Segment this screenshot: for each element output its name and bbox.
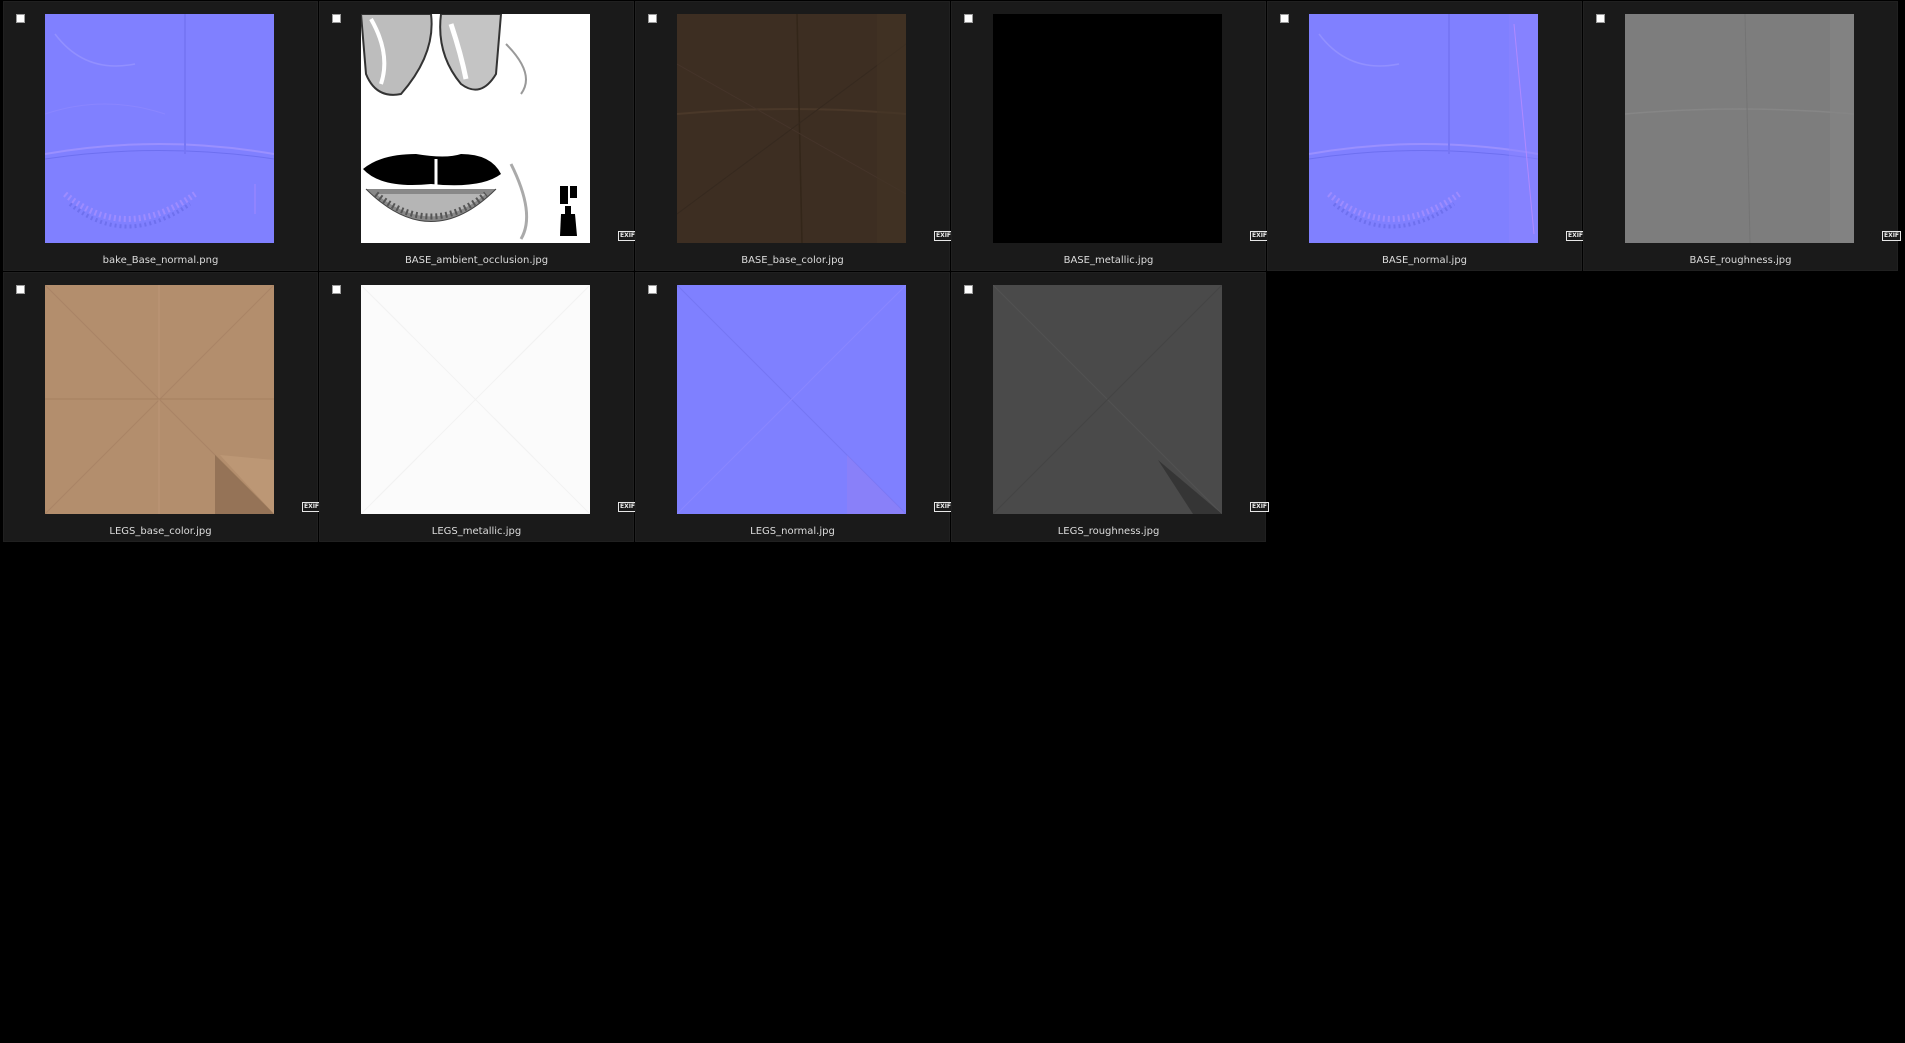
texture-preview-base-color[interactable] bbox=[45, 285, 274, 514]
thumbnail-item[interactable]: EXIF BASE_base_color.jpg bbox=[635, 1, 953, 271]
texture-preview-normal[interactable] bbox=[45, 14, 274, 243]
thumbnail-grid: bake_Base_normal.png EXIF BASE_ambient_o… bbox=[3, 1, 1901, 542]
texture-preview-normal[interactable] bbox=[1309, 14, 1538, 243]
thumbnail-item[interactable]: EXIF BASE_roughness.jpg bbox=[1583, 1, 1901, 271]
texture-preview-roughness[interactable] bbox=[1625, 14, 1854, 243]
select-checkbox[interactable] bbox=[16, 14, 25, 23]
file-name[interactable]: BASE_normal.jpg bbox=[1268, 255, 1581, 267]
texture-preview-base-color[interactable] bbox=[677, 14, 906, 243]
thumbnail-item[interactable]: EXIF BASE_metallic.jpg bbox=[951, 1, 1269, 271]
file-name[interactable]: bake_Base_normal.png bbox=[4, 255, 317, 267]
texture-preview-ambient-occlusion[interactable] bbox=[361, 14, 590, 243]
file-name[interactable]: BASE_base_color.jpg bbox=[636, 255, 949, 267]
thumbnail-item[interactable]: bake_Base_normal.png bbox=[3, 1, 318, 271]
file-name[interactable]: LEGS_normal.jpg bbox=[636, 526, 949, 538]
thumbnail-item[interactable]: EXIF BASE_ambient_occlusion.jpg bbox=[319, 1, 637, 271]
texture-preview-metallic[interactable] bbox=[361, 285, 590, 514]
file-name[interactable]: LEGS_roughness.jpg bbox=[952, 526, 1265, 538]
thumbnail-item[interactable]: EXIF LEGS_metallic.jpg bbox=[319, 272, 637, 542]
file-name[interactable]: LEGS_base_color.jpg bbox=[4, 526, 317, 538]
texture-preview-roughness[interactable] bbox=[993, 285, 1222, 514]
select-checkbox[interactable] bbox=[964, 285, 973, 294]
select-checkbox[interactable] bbox=[16, 285, 25, 294]
thumbnail-item[interactable]: EXIF LEGS_base_color.jpg bbox=[3, 272, 321, 542]
file-name[interactable]: LEGS_metallic.jpg bbox=[320, 526, 633, 538]
file-name[interactable]: BASE_metallic.jpg bbox=[952, 255, 1265, 267]
texture-preview-normal[interactable] bbox=[677, 285, 906, 514]
select-checkbox[interactable] bbox=[332, 14, 341, 23]
thumbnail-item[interactable]: EXIF BASE_normal.jpg bbox=[1267, 1, 1585, 271]
file-name[interactable]: BASE_ambient_occlusion.jpg bbox=[320, 255, 633, 267]
select-checkbox[interactable] bbox=[648, 14, 657, 23]
select-checkbox[interactable] bbox=[964, 14, 973, 23]
texture-preview-metallic[interactable] bbox=[993, 14, 1222, 243]
thumbnail-item[interactable]: EXIF LEGS_normal.jpg bbox=[635, 272, 953, 542]
select-checkbox[interactable] bbox=[1596, 14, 1605, 23]
select-checkbox[interactable] bbox=[332, 285, 341, 294]
exif-badge[interactable]: EXIF bbox=[1250, 502, 1269, 512]
thumbnail-item[interactable]: EXIF LEGS_roughness.jpg bbox=[951, 272, 1269, 542]
select-checkbox[interactable] bbox=[648, 285, 657, 294]
exif-badge[interactable]: EXIF bbox=[1882, 231, 1901, 241]
file-name[interactable]: BASE_roughness.jpg bbox=[1584, 255, 1897, 267]
select-checkbox[interactable] bbox=[1280, 14, 1289, 23]
